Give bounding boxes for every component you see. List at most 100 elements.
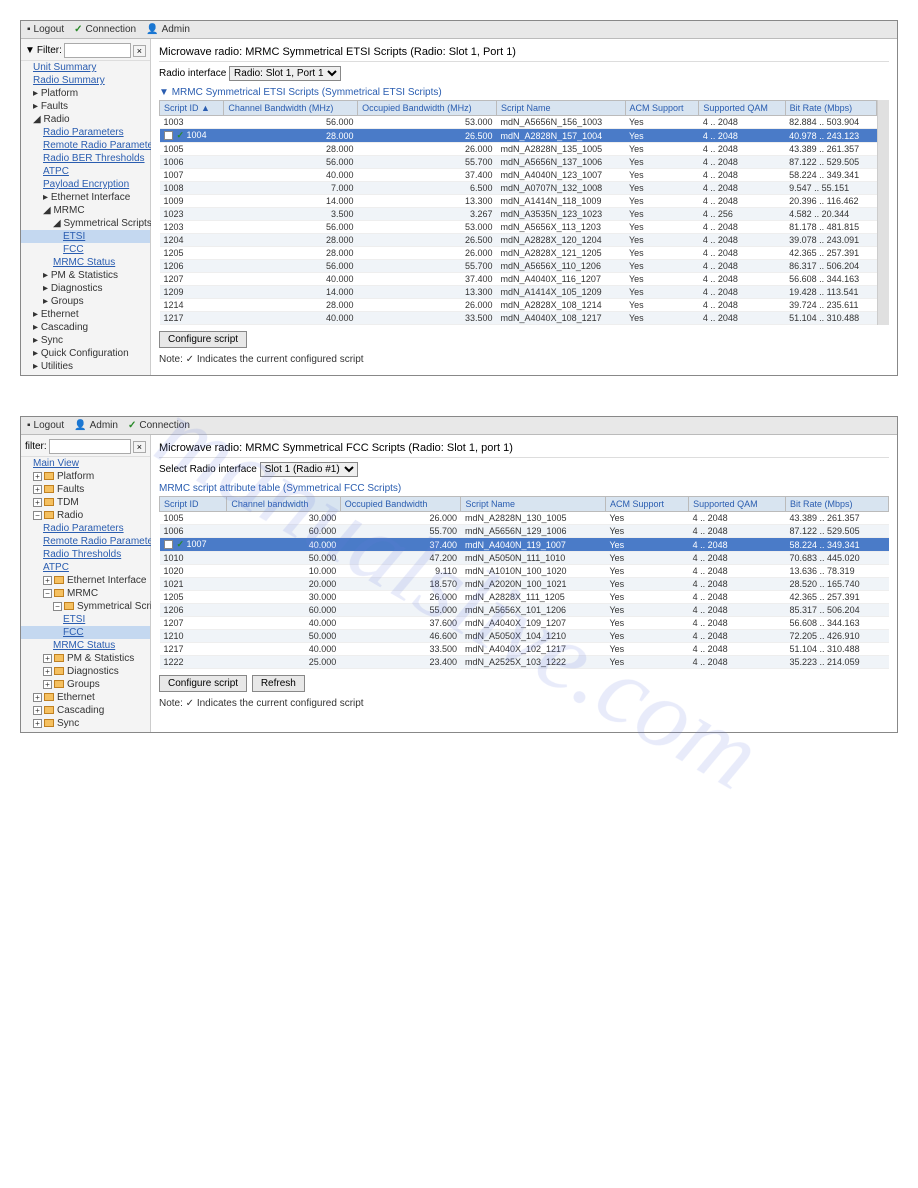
table-row[interactable]: 120530.00026.000mdN_A2828X_111_1205Yes4 … bbox=[160, 591, 889, 604]
radio-if-select[interactable]: Radio: Slot 1, Port 1 bbox=[229, 66, 341, 81]
sidebar-utilities[interactable]: ▸ Utilities bbox=[21, 360, 150, 373]
radio-if-select[interactable]: Slot 1 (Radio #1) bbox=[260, 462, 358, 477]
connection-link[interactable]: ✓ Connection bbox=[128, 420, 190, 431]
filter-clear[interactable]: × bbox=[133, 45, 146, 57]
table-row[interactable]: 121428.00026.000mdN_A2828X_108_1214Yes4 … bbox=[160, 299, 877, 312]
sidebar-platform[interactable]: +Platform bbox=[21, 470, 150, 483]
table-row[interactable]: 100530.00026.000mdN_A2828N_130_1005Yes4 … bbox=[160, 512, 889, 525]
sidebar-groups[interactable]: +Groups bbox=[21, 678, 150, 691]
table-row[interactable]: 100528.00026.000mdN_A2828N_135_1005Yes4 … bbox=[160, 143, 877, 156]
col-chan-bw[interactable]: Channel bandwidth bbox=[227, 497, 340, 512]
col-qam[interactable]: Supported QAM bbox=[699, 101, 785, 116]
sidebar-sym-scripts[interactable]: −Symmetrical Scripts bbox=[21, 600, 150, 613]
sidebar-faults[interactable]: ▸ Faults bbox=[21, 100, 150, 113]
col-name[interactable]: Script Name bbox=[461, 497, 605, 512]
col-chan-bw[interactable]: Channel Bandwidth (MHz) bbox=[224, 101, 358, 116]
table-row[interactable]: 100656.00055.700mdN_A5656N_137_1006Yes4 … bbox=[160, 156, 877, 169]
sidebar-fcc[interactable]: FCC bbox=[21, 626, 150, 639]
sidebar-mrmc-status[interactable]: MRMC Status bbox=[21, 639, 150, 652]
filter-clear[interactable]: × bbox=[133, 441, 146, 453]
table-row[interactable]: 100914.00013.300mdN_A1414N_118_1009Yes4 … bbox=[160, 195, 877, 208]
table-row[interactable]: 100740.00037.400mdN_A4040N_123_1007Yes4 … bbox=[160, 169, 877, 182]
sidebar-main-view[interactable]: Main View bbox=[21, 457, 150, 470]
sidebar-radio-thr[interactable]: Radio Thresholds bbox=[21, 548, 150, 561]
sidebar-radio-params[interactable]: Radio Parameters bbox=[21, 126, 150, 139]
sidebar-mrmc-status[interactable]: MRMC Status bbox=[21, 256, 150, 269]
admin-link[interactable]: 👤 Admin bbox=[74, 420, 118, 431]
sidebar-quick-config[interactable]: ▸ Quick Configuration bbox=[21, 347, 150, 360]
table-row[interactable]: 120914.00013.300mdN_A1414X_105_1209Yes4 … bbox=[160, 286, 877, 299]
table-row[interactable]: 10087.0006.500mdN_A0707N_132_1008Yes4 ..… bbox=[160, 182, 877, 195]
sidebar-radio[interactable]: −Radio bbox=[21, 509, 150, 522]
col-occ-bw[interactable]: Occupied Bandwidth bbox=[340, 497, 461, 512]
sidebar-etsi[interactable]: ETSI bbox=[21, 230, 150, 243]
col-occ-bw[interactable]: Occupied Bandwidth (MHz) bbox=[358, 101, 497, 116]
refresh-button[interactable]: Refresh bbox=[252, 675, 305, 692]
section-header[interactable]: ▼ MRMC Symmetrical ETSI Scripts (Symmetr… bbox=[159, 85, 889, 100]
table-row[interactable]: +✓ 100740.00037.400mdN_A4040N_119_1007Ye… bbox=[160, 538, 889, 552]
table-row[interactable]: 120428.00026.500mdN_A2828X_120_1204Yes4 … bbox=[160, 234, 877, 247]
table-scrollbar[interactable] bbox=[877, 100, 889, 325]
col-name[interactable]: Script Name bbox=[497, 101, 625, 116]
table-row[interactable]: 121050.00046.600mdN_A5050X_104_1210Yes4 … bbox=[160, 630, 889, 643]
sidebar-sync[interactable]: +Sync bbox=[21, 717, 150, 730]
table-row[interactable]: 120660.00055.000mdN_A5656X_101_1206Yes4 … bbox=[160, 604, 889, 617]
row-expand-icon[interactable]: + bbox=[164, 540, 173, 549]
filter-input[interactable] bbox=[49, 439, 131, 454]
table-row[interactable]: 120656.00055.700mdN_A5656X_110_1206Yes4 … bbox=[160, 260, 877, 273]
sidebar-diagnostics[interactable]: +Diagnostics bbox=[21, 665, 150, 678]
table-row[interactable]: 120528.00026.000mdN_A2828X_121_1205Yes4 … bbox=[160, 247, 877, 260]
sidebar-radio-ber[interactable]: Radio BER Thresholds bbox=[21, 152, 150, 165]
sidebar-platform[interactable]: ▸ Platform bbox=[21, 87, 150, 100]
col-acm[interactable]: ACM Support bbox=[625, 101, 699, 116]
sidebar-atpc[interactable]: ATPC bbox=[21, 561, 150, 574]
col-script-id[interactable]: Script ID bbox=[160, 497, 227, 512]
table-row[interactable]: 121740.00033.500mdN_A4040X_102_1217Yes4 … bbox=[160, 643, 889, 656]
sidebar-remote-radio[interactable]: Remote Radio Parameters bbox=[21, 139, 150, 152]
table-row[interactable]: 120356.00053.000mdN_A5656X_113_1203Yes4 … bbox=[160, 221, 877, 234]
table-row[interactable]: 102010.0009.110mdN_A1010N_100_1020Yes4 .… bbox=[160, 565, 889, 578]
logout-link[interactable]: ▪ Logout bbox=[27, 420, 64, 431]
table-row[interactable]: 100660.00055.700mdN_A5656N_129_1006Yes4 … bbox=[160, 525, 889, 538]
sidebar-cascading[interactable]: ▸ Cascading bbox=[21, 321, 150, 334]
sidebar-diagnostics[interactable]: ▸ Diagnostics bbox=[21, 282, 150, 295]
sidebar-eth-if[interactable]: +Ethernet Interface bbox=[21, 574, 150, 587]
sidebar-ethernet[interactable]: +Ethernet bbox=[21, 691, 150, 704]
col-rate[interactable]: Bit Rate (Mbps) bbox=[786, 497, 889, 512]
filter-input[interactable] bbox=[64, 43, 131, 58]
configure-button[interactable]: Configure script bbox=[159, 331, 247, 348]
logout-link[interactable]: ▪ Logout bbox=[27, 24, 64, 35]
sidebar-sym-scripts[interactable]: ◢ Symmetrical Scripts bbox=[21, 217, 150, 230]
sidebar-atpc[interactable]: ATPC bbox=[21, 165, 150, 178]
sidebar-payload-enc[interactable]: Payload Encryption bbox=[21, 178, 150, 191]
admin-link[interactable]: 👤 Admin bbox=[146, 24, 190, 35]
row-expand-icon[interactable]: + bbox=[164, 131, 173, 140]
table-row[interactable]: 121740.00033.500mdN_A4040X_108_1217Yes4 … bbox=[160, 312, 877, 325]
sidebar-mrmc[interactable]: −MRMC bbox=[21, 587, 150, 600]
table-row[interactable]: 120740.00037.600mdN_A4040X_109_1207Yes4 … bbox=[160, 617, 889, 630]
sidebar-faults[interactable]: +Faults bbox=[21, 483, 150, 496]
col-qam[interactable]: Supported QAM bbox=[689, 497, 786, 512]
col-acm[interactable]: ACM Support bbox=[605, 497, 688, 512]
sidebar-groups[interactable]: ▸ Groups bbox=[21, 295, 150, 308]
sidebar-eth-if[interactable]: ▸ Ethernet Interface bbox=[21, 191, 150, 204]
sidebar-cascading[interactable]: +Cascading bbox=[21, 704, 150, 717]
sidebar-radio-summary[interactable]: Radio Summary bbox=[21, 74, 150, 87]
sidebar-etsi[interactable]: ETSI bbox=[21, 613, 150, 626]
configure-button[interactable]: Configure script bbox=[159, 675, 247, 692]
table-row[interactable]: +✓ 100428.00026.500mdN_A2828N_157_1004Ye… bbox=[160, 129, 877, 143]
table-row[interactable]: 101050.00047.200mdN_A5050N_111_1010Yes4 … bbox=[160, 552, 889, 565]
connection-link[interactable]: ✓ Connection bbox=[74, 24, 136, 35]
sidebar-tdm[interactable]: +TDM bbox=[21, 496, 150, 509]
table-row[interactable]: 100356.00053.000mdN_A5656N_156_1003Yes4 … bbox=[160, 116, 877, 129]
sidebar-sync[interactable]: ▸ Sync bbox=[21, 334, 150, 347]
sidebar-radio[interactable]: ◢ Radio bbox=[21, 113, 150, 126]
sidebar-mrmc[interactable]: ◢ MRMC bbox=[21, 204, 150, 217]
sidebar-radio-params[interactable]: Radio Parameters bbox=[21, 522, 150, 535]
sidebar-ethernet[interactable]: ▸ Ethernet bbox=[21, 308, 150, 321]
table-row[interactable]: 120740.00037.400mdN_A4040X_116_1207Yes4 … bbox=[160, 273, 877, 286]
table-row[interactable]: 102120.00018.570mdN_A2020N_100_1021Yes4 … bbox=[160, 578, 889, 591]
sidebar-unit-summary[interactable]: Unit Summary bbox=[21, 61, 150, 74]
sidebar-fcc[interactable]: FCC bbox=[21, 243, 150, 256]
col-script-id[interactable]: Script ID ▲ bbox=[160, 101, 224, 116]
